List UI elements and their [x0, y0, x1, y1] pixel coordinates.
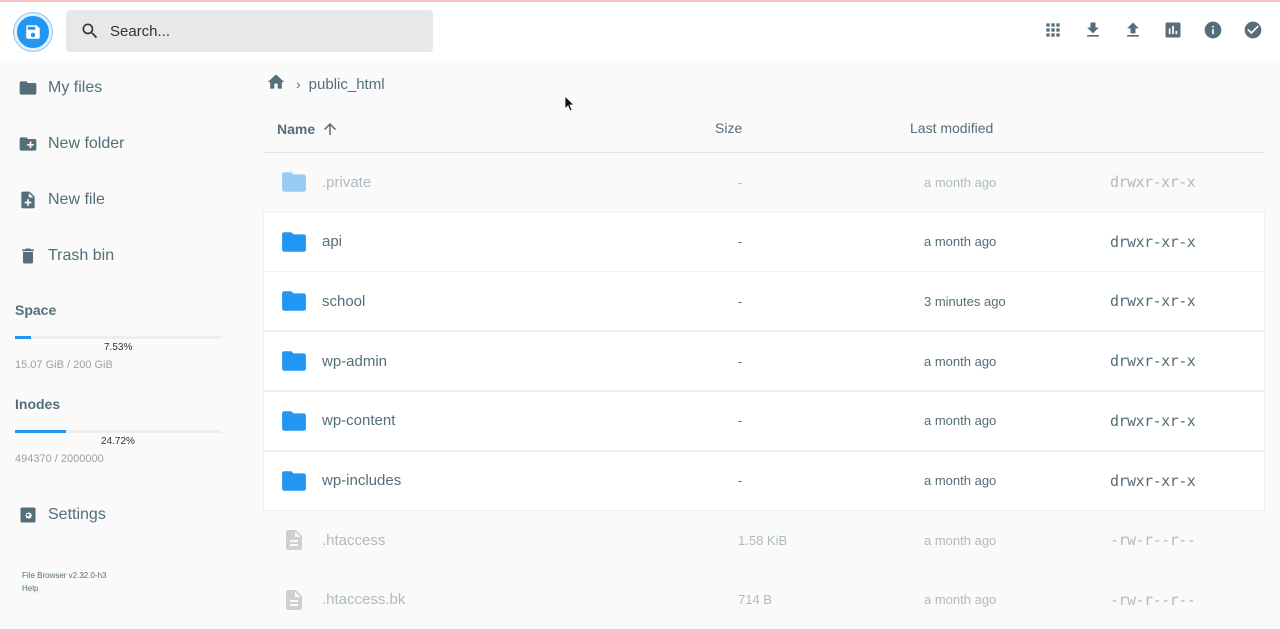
- trash-icon: [18, 246, 38, 266]
- home-icon[interactable]: [266, 72, 286, 96]
- column-header-size[interactable]: Size: [715, 120, 742, 136]
- file-row[interactable]: wp-admin - a month ago drwxr-xr-x: [264, 332, 1264, 391]
- file-modified: a month ago: [924, 592, 997, 608]
- inodes-percent: 24.72%: [101, 436, 135, 447]
- file-size: -: [738, 413, 743, 429]
- file-modified: 3 minutes ago: [924, 293, 1006, 309]
- folder-icon: [281, 170, 307, 194]
- sidebar-item-label: New folder: [48, 135, 125, 152]
- select-check-icon[interactable]: [1242, 19, 1264, 41]
- file-row[interactable]: .htaccess.bk 714 B a month ago -rw-r--r--: [264, 571, 1264, 629]
- file-modified: a month ago: [924, 353, 997, 369]
- file-name: wp-includes: [322, 472, 402, 489]
- sidebar-item-trash-bin[interactable]: Trash bin: [18, 246, 114, 266]
- file-permissions: -rw-r--r--: [1110, 590, 1196, 609]
- sidebar-item-label: Settings: [48, 506, 106, 523]
- folder-icon: [281, 230, 307, 254]
- breadcrumb-current[interactable]: public_html: [309, 76, 385, 93]
- folder-icon: [281, 409, 307, 433]
- note-add-icon: [18, 190, 38, 210]
- file-row[interactable]: wp-includes - a month ago drwxr-xr-x: [264, 451, 1264, 510]
- folder-icon: [18, 78, 38, 98]
- space-title: Space: [15, 302, 57, 318]
- file-name: api: [322, 233, 343, 251]
- floppy-disk-icon: [26, 25, 40, 39]
- create-new-folder-icon: [18, 134, 38, 154]
- file-permissions: drwxr-xr-x: [1110, 352, 1196, 371]
- upload-icon[interactable]: [1122, 19, 1144, 41]
- file-row[interactable]: .htaccess 1.58 KiB a month ago -rw-r--r--: [264, 511, 1264, 569]
- file-size: 1.58 KiB: [738, 532, 788, 548]
- file-size: -: [738, 353, 743, 369]
- file-modified: a month ago: [924, 413, 997, 429]
- inodes-progress-bar: [15, 430, 221, 433]
- file-row[interactable]: school - 3 minutes ago drwxr-xr-x: [264, 272, 1264, 331]
- sidebar-item-new-file[interactable]: New file: [18, 190, 105, 210]
- space-percent: 7.53%: [104, 342, 133, 353]
- file-listing: › public_html Name Size Last modified .p…: [264, 60, 1264, 616]
- file-permissions: drwxr-xr-x: [1110, 411, 1196, 430]
- file-modified: a month ago: [924, 473, 997, 488]
- file-size: -: [738, 174, 743, 190]
- sidebar: My files New folder New file Trash bin S…: [0, 60, 240, 616]
- sidebar-item-label: New file: [48, 191, 105, 208]
- file-name: .private: [322, 173, 372, 191]
- chevron-right-icon: ›: [296, 76, 301, 92]
- sidebar-item-label: Trash bin: [48, 247, 115, 264]
- search-bar[interactable]: [66, 10, 433, 52]
- app-logo[interactable]: [14, 13, 52, 51]
- file-icon: [281, 528, 307, 552]
- sidebar-item-my-files[interactable]: My files: [18, 78, 102, 98]
- folder-icon: [281, 289, 307, 313]
- info-icon[interactable]: [1202, 19, 1224, 41]
- file-name: .htaccess: [322, 531, 386, 549]
- file-row[interactable]: wp-content - a month ago drwxr-xr-x: [264, 391, 1264, 450]
- breadcrumb: › public_html: [266, 72, 385, 96]
- search-input[interactable]: [110, 22, 410, 40]
- space-progress-bar: [15, 336, 221, 339]
- file-name: wp-admin: [322, 352, 388, 370]
- file-name: .htaccess.bk: [322, 591, 406, 609]
- space-value: 15.07 GiB / 200 GiB: [15, 359, 113, 371]
- file-permissions: drwxr-xr-x: [1110, 232, 1196, 251]
- grid-view-icon[interactable]: [1042, 19, 1064, 41]
- file-row[interactable]: api - a month ago drwxr-xr-x: [264, 212, 1264, 271]
- file-name: school: [322, 292, 366, 310]
- arrow-up-icon: [324, 123, 337, 135]
- folder-icon: [281, 349, 307, 373]
- settings-icon: [18, 505, 38, 525]
- mouse-cursor-icon: [565, 96, 575, 112]
- inodes-title: Inodes: [15, 396, 61, 412]
- file-modified: a month ago: [924, 532, 997, 548]
- file-permissions: drwxr-xr-x: [1110, 173, 1196, 191]
- file-permissions: drwxr-xr-x: [1110, 292, 1196, 311]
- file-icon: [281, 588, 307, 612]
- file-name: wp-content: [322, 412, 396, 430]
- file-permissions: drwxr-xr-x: [1110, 471, 1196, 490]
- column-header-modified[interactable]: Last modified: [910, 120, 993, 136]
- header-actions: [1042, 19, 1264, 41]
- file-size: -: [738, 234, 743, 250]
- column-name-label: Name: [277, 121, 316, 137]
- file-modified: a month ago: [924, 174, 997, 190]
- statistics-icon[interactable]: [1162, 19, 1184, 41]
- file-row[interactable]: .private - a month ago drwxr-xr-x: [264, 153, 1264, 211]
- inodes-value: 494370 / 2000000: [15, 453, 104, 465]
- sidebar-item-settings[interactable]: Settings: [18, 505, 106, 525]
- sidebar-item-new-folder[interactable]: New folder: [18, 134, 124, 154]
- file-size: -: [738, 473, 743, 488]
- column-header-name[interactable]: Name: [277, 120, 339, 138]
- download-icon[interactable]: [1082, 19, 1104, 41]
- file-permissions: -rw-r--r--: [1110, 531, 1196, 550]
- folder-icon: [281, 469, 307, 493]
- file-modified: a month ago: [924, 234, 997, 250]
- version-text: File Browser v2.32.0-h3: [22, 571, 107, 580]
- sidebar-item-label: My files: [48, 79, 103, 96]
- file-size: -: [738, 293, 743, 309]
- file-size: 714 B: [738, 592, 772, 608]
- search-icon: [82, 23, 98, 39]
- help-link[interactable]: Help: [22, 584, 38, 593]
- top-bar: [0, 2, 1280, 60]
